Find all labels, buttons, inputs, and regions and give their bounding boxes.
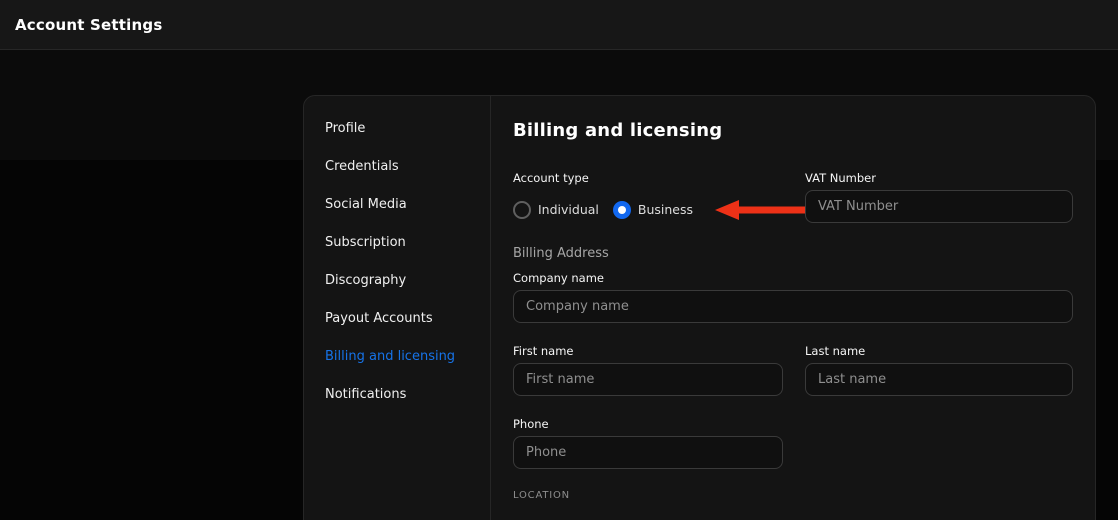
first-name-group: First name <box>513 343 783 396</box>
sidebar-item-subscription[interactable]: Subscription <box>304 223 490 261</box>
annotation-arrow-icon <box>715 199 807 221</box>
vat-number-group: VAT Number <box>805 170 1073 226</box>
last-name-label: Last name <box>805 343 1073 359</box>
billing-licensing-panel: Billing and licensing Account type Indiv… <box>491 96 1096 520</box>
radio-individual-label: Individual <box>538 202 599 217</box>
phone-label: Phone <box>513 416 783 432</box>
radio-individual[interactable]: Individual <box>513 201 599 219</box>
account-type-group: Account type Individual Business <box>513 170 783 226</box>
sidebar-item-payout-accounts[interactable]: Payout Accounts <box>304 299 490 337</box>
sidebar-item-billing-licensing[interactable]: Billing and licensing <box>304 337 490 375</box>
phone-input[interactable] <box>513 436 783 469</box>
radio-business-circle[interactable] <box>613 201 631 219</box>
sidebar-item-social-media[interactable]: Social Media <box>304 185 490 223</box>
settings-card: Profile Credentials Social Media Subscri… <box>303 95 1096 520</box>
radio-business[interactable]: Business <box>613 201 693 219</box>
account-type-label: Account type <box>513 170 783 186</box>
account-type-radios: Individual Business <box>513 193 783 226</box>
settings-nav: Profile Credentials Social Media Subscri… <box>304 96 491 520</box>
sidebar-item-credentials[interactable]: Credentials <box>304 147 490 185</box>
section-title: Billing and licensing <box>513 120 1073 141</box>
company-name-label: Company name <box>513 270 1073 286</box>
company-name-input[interactable] <box>513 290 1073 323</box>
last-name-group: Last name <box>805 343 1073 396</box>
page-title: Account Settings <box>15 16 162 34</box>
billing-address-heading: Billing Address <box>513 246 1073 261</box>
company-name-group: Company name <box>513 270 1073 323</box>
sidebar-item-profile[interactable]: Profile <box>304 109 490 147</box>
sidebar-item-discography[interactable]: Discography <box>304 261 490 299</box>
first-name-label: First name <box>513 343 783 359</box>
vat-number-input[interactable] <box>805 190 1073 223</box>
app-header: Account Settings <box>0 0 1118 50</box>
phone-group: Phone <box>513 416 783 469</box>
sidebar-item-notifications[interactable]: Notifications <box>304 375 490 413</box>
vat-number-label: VAT Number <box>805 170 1073 186</box>
account-settings-page: Account Settings Profile Credentials Soc… <box>0 0 1118 520</box>
radio-individual-circle[interactable] <box>513 201 531 219</box>
radio-business-label: Business <box>638 202 693 217</box>
location-heading: LOCATION <box>513 490 1073 501</box>
last-name-input[interactable] <box>805 363 1073 396</box>
first-name-input[interactable] <box>513 363 783 396</box>
